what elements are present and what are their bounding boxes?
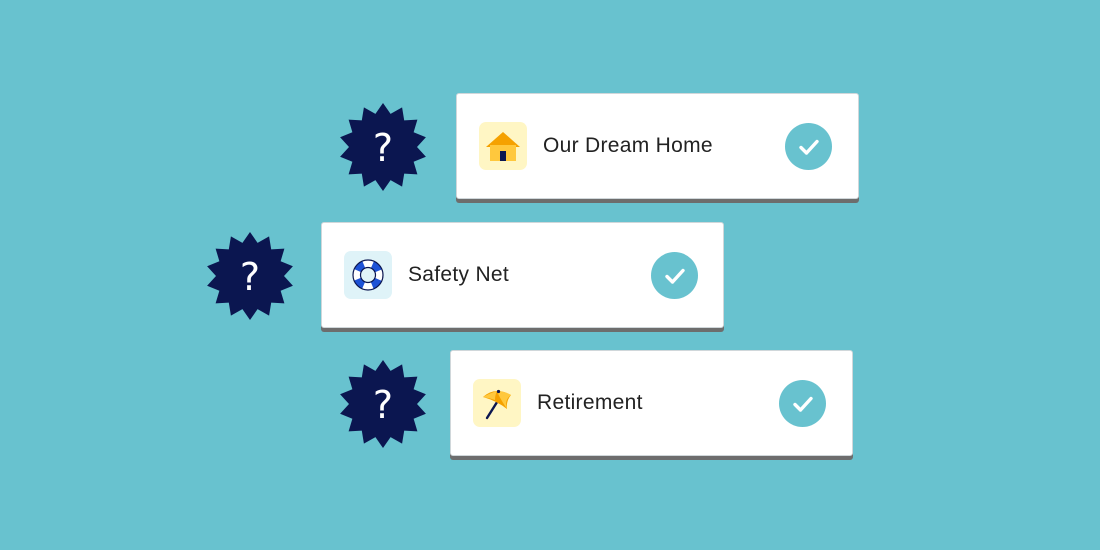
goal-card-retirement[interactable]: Retirement bbox=[450, 350, 853, 456]
question-mark: ? bbox=[239, 255, 261, 299]
question-badge-1: ? bbox=[338, 102, 428, 192]
checkmark-icon bbox=[664, 268, 685, 284]
goal-card-safety-net[interactable]: Safety Net bbox=[321, 222, 724, 328]
goal-label: Retirement bbox=[537, 391, 643, 414]
icon-tile bbox=[344, 251, 392, 299]
checkmark-icon bbox=[798, 139, 819, 155]
beach-umbrella-icon bbox=[483, 389, 511, 420]
icon-tile bbox=[473, 379, 521, 427]
question-mark: ? bbox=[372, 383, 394, 427]
house-icon bbox=[486, 132, 520, 161]
check-button[interactable] bbox=[651, 252, 698, 299]
icon-tile bbox=[479, 122, 527, 170]
check-button[interactable] bbox=[779, 380, 826, 427]
question-badge-3: ? bbox=[338, 359, 428, 449]
goals-illustration: ? Our Dream Home ? Safety Net ? Retireme… bbox=[0, 0, 1100, 550]
life-ring-icon bbox=[352, 259, 384, 291]
goal-label: Safety Net bbox=[408, 263, 510, 286]
goal-label: Our Dream Home bbox=[543, 134, 713, 157]
checkmark-icon bbox=[792, 396, 813, 412]
question-badge-2: ? bbox=[205, 231, 295, 321]
check-button[interactable] bbox=[785, 123, 832, 170]
question-mark: ? bbox=[372, 126, 394, 170]
goal-card-dream-home[interactable]: Our Dream Home bbox=[456, 93, 859, 199]
